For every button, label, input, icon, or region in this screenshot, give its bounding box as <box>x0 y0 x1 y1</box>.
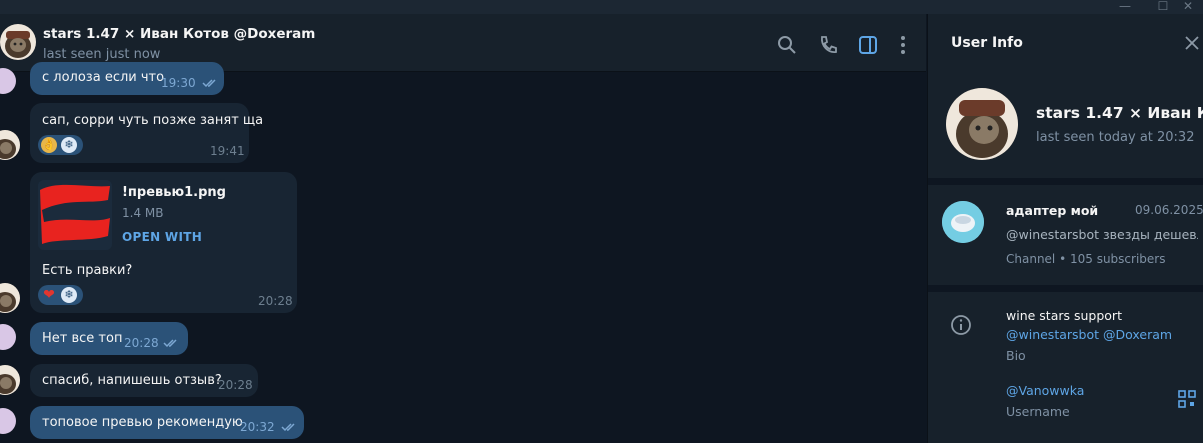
sender-avatar <box>0 283 20 313</box>
profile-name: stars 1.47 × Иван Котов @Doxeram <box>1036 104 1203 122</box>
qr-code-icon[interactable] <box>1178 390 1196 408</box>
message-text: сап, сорри чуть позже занят ща <box>42 113 264 128</box>
bio-text: wine stars support <box>1006 308 1122 323</box>
open-with-link[interactable]: OPEN WITH <box>122 230 202 244</box>
divider <box>928 178 1203 185</box>
cat-avatar-icon <box>0 24 36 60</box>
phone-icon[interactable] <box>817 34 839 56</box>
chat-title: stars 1.47 × Иван Котов @Doxeram <box>43 26 316 42</box>
channel-preview: @winestarsbot звезды дешевле чем везде <box>1006 227 1198 242</box>
message-time: 20:28 <box>124 336 159 350</box>
read-check-icon <box>202 79 216 88</box>
message-text: топовое превью рекомендую <box>42 415 243 430</box>
close-window-button[interactable]: ✕ <box>1173 0 1203 14</box>
sidebar-toggle-icon[interactable] <box>857 34 879 56</box>
username-value[interactable]: @Vanowwka <box>1006 383 1084 398</box>
message-list[interactable]: с лолоза если что 19:30 сап, сорри чуть … <box>0 62 926 443</box>
message-time: 19:41 <box>210 144 245 158</box>
sender-avatar <box>0 68 16 94</box>
file-name: !превью1.png <box>122 185 226 200</box>
reaction-ok[interactable]: 👌 <box>41 137 57 153</box>
message-bubble[interactable]: сап, сорри чуть позже занят ща 👌 ❄ 19:41 <box>30 103 263 163</box>
sender-avatar <box>0 130 20 160</box>
minimize-button[interactable]: — <box>1110 0 1140 14</box>
cat-avatar-icon <box>0 283 20 313</box>
divider <box>928 285 1203 292</box>
message-time: 20:32 <box>240 420 275 434</box>
message-text: Есть правки? <box>42 263 133 278</box>
message-text: Нет все топ <box>42 331 123 346</box>
message-text: спасиб, напишешь отзыв? <box>42 373 222 388</box>
profile-status: last seen today at 20:32 <box>1036 130 1195 145</box>
window-titlebar: — ☐ ✕ <box>0 0 1203 14</box>
chat-status: last seen just now <box>43 47 161 62</box>
message-bubble[interactable]: топовое превью рекомендую 20:32 <box>30 406 304 439</box>
redacted-image-icon <box>38 180 112 250</box>
file-thumbnail[interactable] <box>38 180 112 250</box>
reaction-bar[interactable]: ❤ ❄ <box>38 285 83 305</box>
channel-subscribers: Channel • 105 subscribers <box>1006 252 1166 266</box>
channel-date: 09.06.2025 <box>1135 203 1203 217</box>
cat-avatar-icon <box>946 88 1018 160</box>
chat-avatar[interactable] <box>0 24 36 60</box>
message-time: 20:28 <box>218 378 253 392</box>
bio-links[interactable]: @winestarsbot @Doxeram <box>1006 327 1172 342</box>
read-check-icon <box>163 339 177 348</box>
sender-avatar <box>0 324 16 350</box>
channel-title: адаптер мой <box>1006 203 1099 218</box>
username-label: Username <box>1006 404 1070 419</box>
close-icon[interactable] <box>1184 35 1200 51</box>
panel-title: User Info <box>951 35 1023 51</box>
sender-avatar <box>0 408 16 434</box>
search-icon[interactable] <box>776 34 798 56</box>
reaction-bar[interactable]: 👌 ❄ <box>38 135 83 155</box>
message-bubble[interactable]: с лолоза если что 19:30 <box>30 62 224 95</box>
more-options-icon[interactable] <box>892 34 914 56</box>
cat-avatar-icon <box>0 130 20 160</box>
message-bubble[interactable]: Нет все топ 20:28 <box>30 322 188 355</box>
user-info-panel: User Info stars 1.47 × Иван Котов @Doxer… <box>927 14 1203 443</box>
file-message-bubble[interactable]: !превью1.png 1.4 MB OPEN WITH Есть правк… <box>30 172 297 313</box>
profile-avatar[interactable] <box>946 88 1018 160</box>
bio-label: Bio <box>1006 348 1026 363</box>
reaction-heart[interactable]: ❤ <box>41 287 57 303</box>
file-size: 1.4 MB <box>122 206 164 220</box>
read-check-icon <box>281 423 295 432</box>
channel-logo-icon <box>942 201 984 243</box>
message-text: с лолоза если что <box>42 70 165 85</box>
reaction-snowflake[interactable]: ❄ <box>61 137 77 153</box>
chat-area: stars 1.47 × Иван Котов @Doxeram last se… <box>0 14 926 443</box>
message-time: 20:28 <box>258 294 293 308</box>
message-bubble[interactable]: спасиб, напишешь отзыв? 20:28 <box>30 364 258 397</box>
reaction-snowflake[interactable]: ❄ <box>61 287 77 303</box>
sender-avatar <box>0 365 20 395</box>
cat-avatar-icon <box>0 365 20 395</box>
channel-avatar <box>942 201 984 243</box>
message-time: 19:30 <box>161 76 196 90</box>
info-icon <box>951 315 971 335</box>
